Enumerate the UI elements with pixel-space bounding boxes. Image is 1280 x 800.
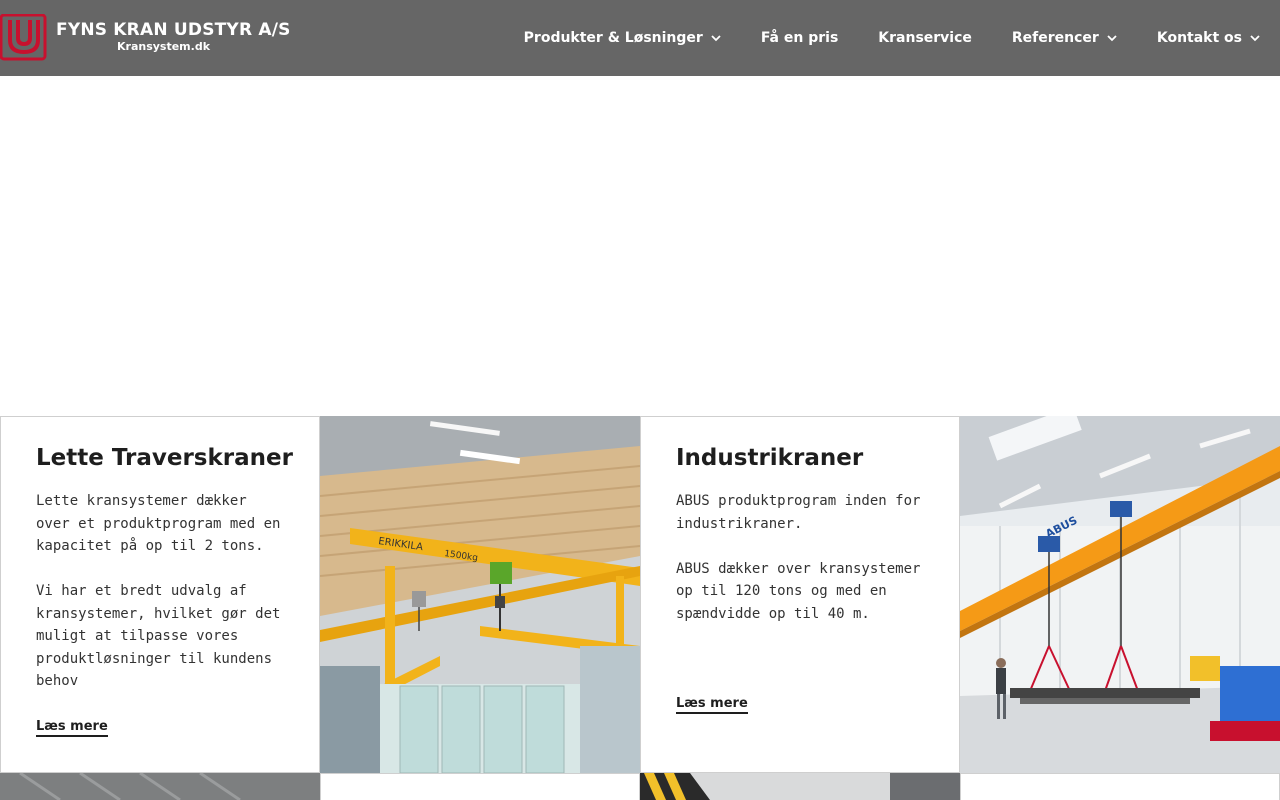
nav-item-references[interactable]: Referencer [1012, 30, 1117, 46]
nav-item-price[interactable]: Få en pris [761, 30, 838, 46]
chevron-down-icon [711, 35, 721, 42]
row2-card-1 [320, 773, 640, 800]
row2-card-2 [960, 773, 1280, 800]
nav-item-label: Referencer [1011, 30, 1099, 46]
nav-item-contact[interactable]: Kontakt os [1157, 30, 1260, 46]
card-description: ABUS produktprogram inden for industrikr… [676, 493, 921, 622]
logo-title: FYNS KRAN UDSTYR A/S [56, 20, 291, 40]
nav-item-label: Få en pris [760, 30, 839, 46]
logo-subtitle: Kransystem.dk [117, 40, 211, 53]
chevron-down-icon [1107, 35, 1117, 42]
nav-item-label: Kontakt os [1156, 30, 1242, 46]
chevron-down-icon [1250, 35, 1260, 42]
read-more-link[interactable]: Læs mere [676, 696, 748, 714]
nav-item-products[interactable]: Produkter & Løsninger [524, 30, 721, 46]
read-more-link[interactable]: Læs mere [36, 719, 108, 737]
industrial-crane-photo: ABUS [960, 416, 1280, 773]
site-logo[interactable]: FYNS KRAN UDSTYR A/S Kransystem.dk [0, 14, 290, 62]
product-card-light-cranes: Lette Traverskraner Lette kransystemer d… [0, 416, 320, 773]
card-title: Industrikraner [676, 445, 864, 471]
logo-mark-icon [0, 14, 47, 61]
nav-item-label: Produkter & Løsninger [523, 30, 703, 46]
product-card-industrial-cranes: Industrikraner ABUS produktprogram inden… [640, 416, 960, 773]
nav-item-service[interactable]: Kranservice [878, 30, 972, 46]
main-nav: Produkter & Løsninger Få en pris Kranser… [524, 0, 1280, 76]
row2-photo-2 [640, 773, 960, 800]
row2-photo-1 [0, 773, 320, 800]
card-title: Lette Traverskraner [36, 445, 293, 471]
light-crane-photo: ERIKKILA 1500kg [320, 416, 640, 773]
nav-item-label: Kranservice [878, 30, 972, 46]
site-header: FYNS KRAN UDSTYR A/S Kransystem.dk Produ… [0, 0, 1280, 76]
card-description: Lette kransystemer dækker over et produk… [36, 493, 281, 689]
